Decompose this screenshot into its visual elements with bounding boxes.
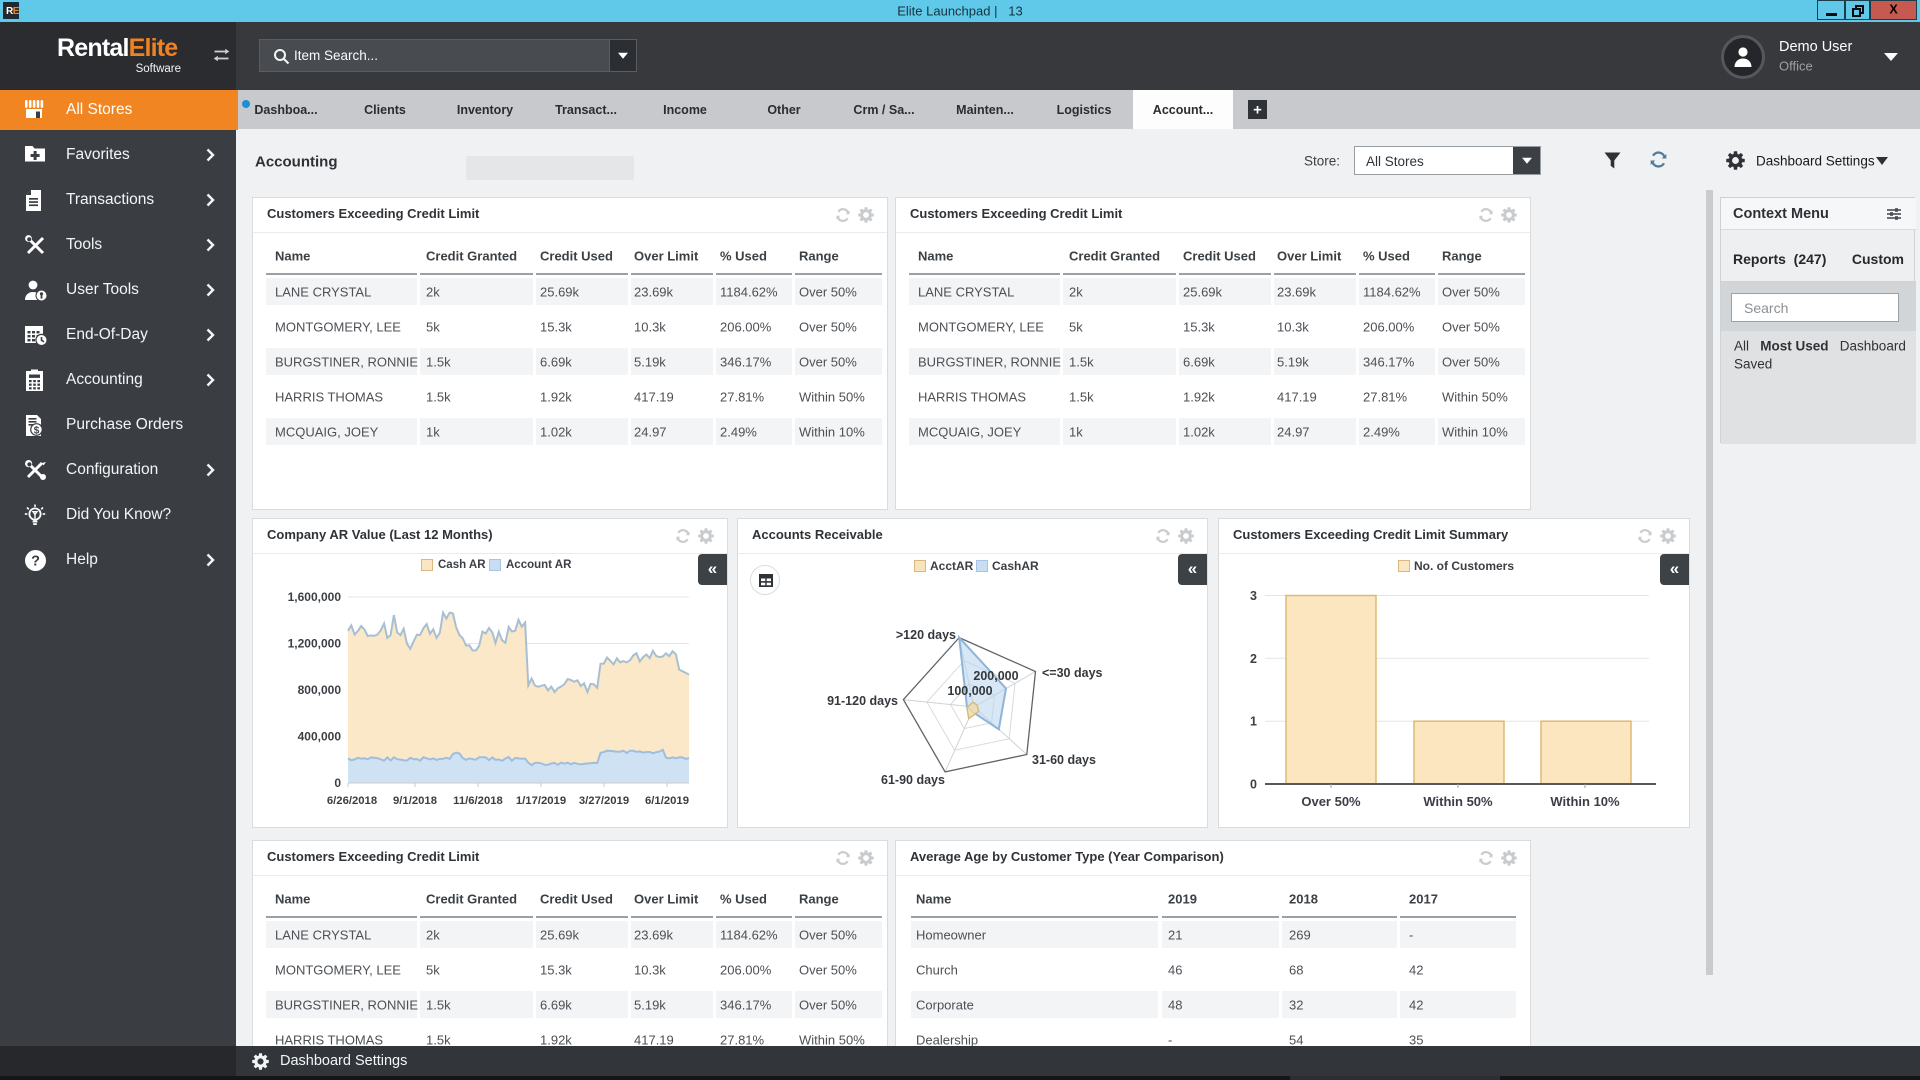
svg-text:11/6/2018: 11/6/2018 <box>453 795 503 807</box>
svg-text:$: $ <box>34 425 40 436</box>
svg-text:31-60 days: 31-60 days <box>1032 753 1096 767</box>
svg-text:<=30 days: <=30 days <box>1042 666 1103 680</box>
svg-text:6/1/2019: 6/1/2019 <box>645 795 689 807</box>
svg-text:3/27/2019: 3/27/2019 <box>579 795 629 807</box>
svg-text:1: 1 <box>1250 715 1257 729</box>
svg-text:100,000: 100,000 <box>947 684 992 698</box>
svg-text:9/1/2018: 9/1/2018 <box>393 795 437 807</box>
svg-text:0: 0 <box>1250 778 1257 792</box>
svg-text:1,600,000: 1,600,000 <box>288 590 342 604</box>
svg-text:800,000: 800,000 <box>298 683 342 697</box>
svg-text:Over 50%: Over 50% <box>1301 794 1361 809</box>
svg-text:1/17/2019: 1/17/2019 <box>516 795 566 807</box>
svg-text:3: 3 <box>1250 589 1257 603</box>
svg-text:61-90 days: 61-90 days <box>881 773 945 787</box>
svg-text:Within 10%: Within 10% <box>1550 794 1620 809</box>
svg-text:1,200,000: 1,200,000 <box>288 637 342 651</box>
svg-text:0: 0 <box>334 776 341 790</box>
svg-text:Within 50%: Within 50% <box>1423 794 1493 809</box>
svg-text:91-120 days: 91-120 days <box>827 694 898 708</box>
svg-text:?: ? <box>31 554 40 570</box>
svg-text:6/26/2018: 6/26/2018 <box>327 795 377 807</box>
svg-text:400,000: 400,000 <box>298 730 342 744</box>
svg-text:2: 2 <box>1250 652 1257 666</box>
svg-text:200,000: 200,000 <box>973 669 1018 683</box>
svg-text:>120 days: >120 days <box>896 628 956 642</box>
